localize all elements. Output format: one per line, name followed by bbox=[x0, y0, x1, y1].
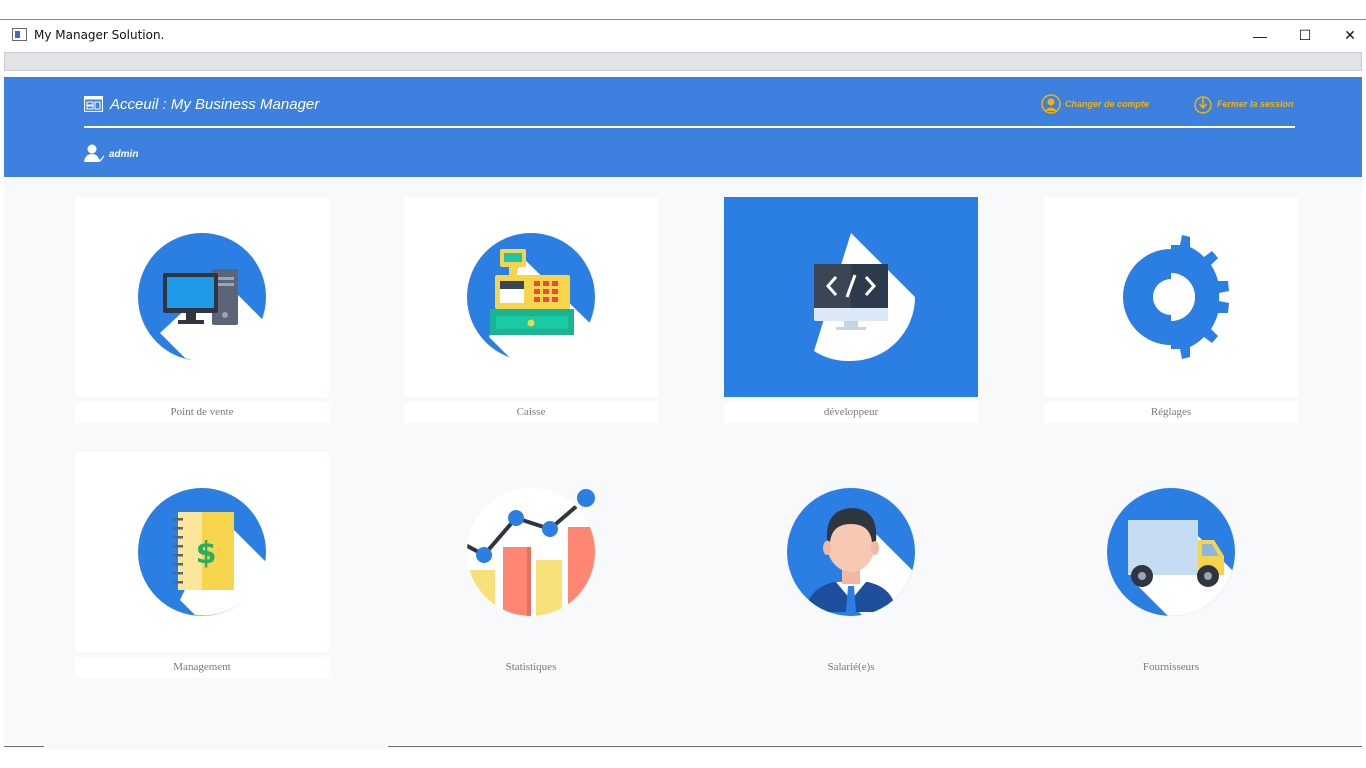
home-window-icon bbox=[84, 96, 103, 112]
window-bottom-edge bbox=[388, 746, 1362, 747]
header-divider bbox=[84, 126, 1295, 128]
logout-button[interactable]: Fermer la session bbox=[1193, 94, 1294, 114]
tile-card bbox=[724, 452, 978, 652]
employee-icon bbox=[787, 488, 915, 616]
code-monitor-icon bbox=[814, 233, 915, 362]
tile-caisse[interactable]: Caisse bbox=[404, 197, 658, 423]
window-bottom-edge bbox=[4, 746, 44, 747]
header-bar: Acceuil : My Business Manager Changer de… bbox=[4, 77, 1362, 177]
tile-card bbox=[75, 197, 329, 397]
title-bar: My Manager Solution. — ☐ ✕ bbox=[0, 20, 1366, 51]
tile-label: Fournisseurs bbox=[1142, 661, 1200, 673]
tile-card bbox=[724, 197, 978, 397]
tile-label: Caisse bbox=[404, 402, 658, 423]
user-icon bbox=[84, 144, 104, 162]
tile-statistiques[interactable]: Statistiques bbox=[404, 452, 658, 678]
tile-card bbox=[1044, 452, 1298, 652]
cash-register-icon bbox=[467, 233, 595, 364]
user-name: admin bbox=[109, 149, 139, 160]
tile-salaries[interactable]: Salarié(e)s bbox=[724, 452, 978, 678]
tile-card: $ bbox=[75, 452, 329, 652]
computer-icon bbox=[138, 233, 266, 362]
tile-card bbox=[404, 452, 658, 652]
tile-label: Salarié(e)s bbox=[827, 661, 875, 673]
page-title: Acceuil : My Business Manager bbox=[110, 96, 320, 113]
change-account-label: Changer de compte bbox=[1065, 99, 1150, 109]
app-window: My Manager Solution. — ☐ ✕ Acceuil : My … bbox=[0, 19, 1366, 749]
change-account-button[interactable]: Changer de compte bbox=[1041, 94, 1149, 114]
logout-label: Fermer la session bbox=[1217, 99, 1294, 109]
tool-strip bbox=[4, 52, 1362, 71]
delivery-truck-icon bbox=[1107, 488, 1235, 616]
tile-label: Statistiques bbox=[505, 661, 557, 673]
tile-point-de-vente[interactable]: Point de vente bbox=[75, 197, 329, 423]
logout-icon bbox=[1194, 96, 1212, 114]
tile-label: Management bbox=[75, 657, 329, 678]
account-switch-icon bbox=[1041, 94, 1061, 114]
tile-label: développeur bbox=[724, 402, 978, 423]
tile-label: Point de vente bbox=[75, 402, 329, 423]
window-title: My Manager Solution. bbox=[34, 28, 165, 42]
main-area: Acceuil : My Business Manager Changer de… bbox=[4, 77, 1362, 749]
tile-reglages[interactable]: Réglages bbox=[1044, 197, 1298, 423]
maximize-button[interactable]: ☐ bbox=[1282, 20, 1328, 51]
minimize-button[interactable]: — bbox=[1237, 20, 1283, 51]
tile-card bbox=[404, 197, 658, 397]
tile-fournisseurs[interactable]: Fournisseurs bbox=[1044, 452, 1298, 678]
app-icon bbox=[12, 28, 27, 41]
tile-card bbox=[1044, 197, 1298, 397]
statistics-chart-icon bbox=[467, 488, 595, 616]
tile-label: Réglages bbox=[1044, 402, 1298, 423]
gear-icon bbox=[1123, 235, 1229, 359]
tile-developpeur[interactable]: développeur bbox=[724, 197, 978, 423]
close-button[interactable]: ✕ bbox=[1327, 20, 1366, 51]
svg-text:$: $ bbox=[196, 536, 217, 571]
tile-management[interactable]: $ Management bbox=[75, 452, 329, 678]
dollar-notebook-icon: $ bbox=[138, 488, 266, 616]
